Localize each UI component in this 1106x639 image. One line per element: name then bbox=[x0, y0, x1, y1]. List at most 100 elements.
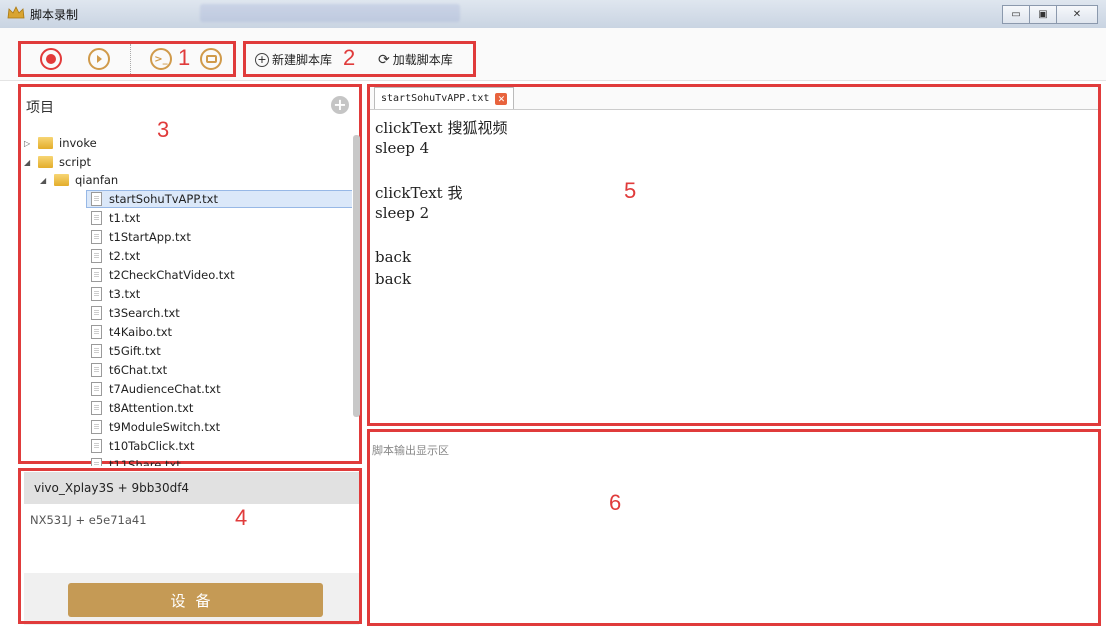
tree-file[interactable]: t11Share.txt bbox=[91, 456, 181, 466]
tree-item-label: startSohuTvAPP.txt bbox=[109, 192, 218, 206]
console-button[interactable]: >_ bbox=[150, 48, 172, 70]
tree-file[interactable]: t5Gift.txt bbox=[91, 342, 161, 360]
load-library-button[interactable]: ⟳ 加载脚本库 bbox=[378, 51, 453, 68]
project-panel-title: 项目 bbox=[26, 100, 54, 116]
code-line: sleep 4 bbox=[375, 138, 430, 157]
tree-item-label: t2CheckChatVideo.txt bbox=[109, 268, 235, 282]
file-icon bbox=[91, 287, 102, 301]
tree-item-label: t5Gift.txt bbox=[109, 344, 161, 358]
console-icon: >_ bbox=[154, 53, 168, 65]
blurred-background-text bbox=[200, 4, 460, 22]
collapse-arrow-icon[interactable]: ◢ bbox=[24, 158, 34, 167]
tree-file[interactable]: t8Attention.txt bbox=[91, 399, 193, 417]
tree-file[interactable]: t1.txt bbox=[91, 209, 140, 227]
file-icon bbox=[91, 363, 102, 377]
code-line: clickText 我 bbox=[375, 184, 463, 203]
region-4-box bbox=[18, 468, 362, 624]
toolbar-separator bbox=[130, 44, 132, 74]
print-button[interactable] bbox=[200, 48, 222, 70]
tree-item-label: t3Search.txt bbox=[109, 306, 180, 320]
tree-file[interactable]: t4Kaibo.txt bbox=[91, 323, 172, 341]
file-icon bbox=[91, 344, 102, 358]
tree-item-label: t6Chat.txt bbox=[109, 363, 168, 377]
file-icon bbox=[91, 211, 102, 225]
maximize-button[interactable]: ▣ bbox=[1029, 5, 1057, 24]
print-icon bbox=[205, 55, 217, 63]
tree-item-label: t8Attention.txt bbox=[109, 401, 194, 415]
expand-arrow-icon[interactable]: ▷ bbox=[24, 139, 34, 148]
file-icon bbox=[91, 306, 102, 320]
close-button[interactable]: ✕ bbox=[1056, 5, 1098, 24]
tree-item-label: qianfan bbox=[75, 173, 119, 187]
file-icon bbox=[91, 382, 102, 396]
tree-file[interactable]: t2CheckChatVideo.txt bbox=[91, 266, 235, 284]
region-label-1: 1 bbox=[178, 45, 191, 70]
file-icon bbox=[91, 268, 102, 282]
region-label-5: 5 bbox=[624, 178, 637, 203]
folder-icon bbox=[54, 174, 69, 186]
code-line: clickText 搜狐视频 bbox=[375, 119, 508, 137]
tree-file[interactable]: t1StartApp.txt bbox=[91, 228, 191, 246]
add-project-icon[interactable]: + bbox=[331, 96, 349, 114]
region-label-6: 6 bbox=[609, 490, 622, 515]
file-icon bbox=[91, 230, 102, 244]
tree-file[interactable]: t2.txt bbox=[91, 247, 140, 265]
tree-item-label: t7AudienceChat.txt bbox=[109, 382, 221, 396]
load-library-label: 加载脚本库 bbox=[392, 53, 453, 67]
tree-item-label: t4Kaibo.txt bbox=[109, 325, 173, 339]
file-icon bbox=[91, 439, 102, 453]
refresh-icon: ⟳ bbox=[378, 51, 390, 68]
tree-item-label: t11Share.txt bbox=[109, 458, 181, 466]
tree-item-label: t3.txt bbox=[109, 287, 141, 301]
record-icon bbox=[46, 54, 56, 64]
tree-folder-qianfan[interactable]: ◢ qianfan bbox=[40, 171, 118, 189]
plus-circle-icon: + bbox=[255, 52, 269, 67]
file-icon bbox=[91, 401, 102, 415]
tree-file[interactable]: t7AudienceChat.txt bbox=[91, 380, 221, 398]
tree-file[interactable]: t6Chat.txt bbox=[91, 361, 167, 379]
minimize-button[interactable]: ▭ bbox=[1002, 5, 1030, 24]
code-line: back bbox=[375, 269, 412, 288]
play-icon bbox=[97, 55, 102, 63]
tree-item-label: t2.txt bbox=[109, 249, 141, 263]
region-6-box bbox=[367, 429, 1101, 626]
code-line: back bbox=[375, 247, 412, 266]
folder-icon bbox=[38, 156, 53, 168]
tree-item-label: t1.txt bbox=[109, 211, 141, 225]
title-bar: 脚本录制 ▭ ▣ ✕ bbox=[0, 0, 1106, 29]
folder-icon bbox=[38, 137, 53, 149]
project-tree: ▷ invoke ◢ script ◢ qianfan startSohuTvA… bbox=[24, 133, 352, 466]
tree-folder-script[interactable]: ◢ script bbox=[24, 153, 91, 171]
tree-file[interactable]: t3Search.txt bbox=[91, 304, 180, 322]
file-icon bbox=[91, 458, 102, 466]
collapse-arrow-icon[interactable]: ◢ bbox=[40, 176, 50, 185]
region-label-2: 2 bbox=[343, 45, 356, 70]
new-library-button[interactable]: + 新建脚本库 bbox=[255, 51, 332, 68]
tree-file[interactable]: t10TabClick.txt bbox=[91, 437, 195, 455]
tree-file[interactable]: t3.txt bbox=[91, 285, 140, 303]
window-title: 脚本录制 bbox=[30, 8, 79, 22]
file-icon bbox=[91, 325, 102, 339]
play-button[interactable] bbox=[88, 48, 110, 70]
output-area-placeholder: 脚本输出显示区 bbox=[372, 444, 449, 457]
code-line: sleep 2 bbox=[375, 204, 430, 223]
record-button[interactable] bbox=[40, 48, 62, 70]
tree-item-label: t10TabClick.txt bbox=[109, 439, 195, 453]
file-icon bbox=[91, 192, 102, 206]
crown-logo-icon bbox=[7, 6, 25, 19]
new-library-label: 新建脚本库 bbox=[272, 53, 333, 67]
tree-folder-invoke[interactable]: ▷ invoke bbox=[24, 134, 97, 152]
tree-file-selected[interactable]: startSohuTvAPP.txt bbox=[86, 190, 352, 208]
window-controls: ▭ ▣ ✕ bbox=[1002, 5, 1098, 24]
tree-item-label: invoke bbox=[59, 136, 97, 150]
tree-scrollbar[interactable] bbox=[353, 135, 360, 417]
tree-item-label: t9ModuleSwitch.txt bbox=[109, 420, 221, 434]
tree-item-label: script bbox=[59, 155, 92, 169]
file-icon bbox=[91, 420, 102, 434]
tree-file[interactable]: t9ModuleSwitch.txt bbox=[91, 418, 220, 436]
file-icon bbox=[91, 249, 102, 263]
script-editor[interactable]: clickText 搜狐视频 sleep 4 clickText 我 sleep… bbox=[375, 117, 507, 291]
tree-item-label: t1StartApp.txt bbox=[109, 230, 191, 244]
